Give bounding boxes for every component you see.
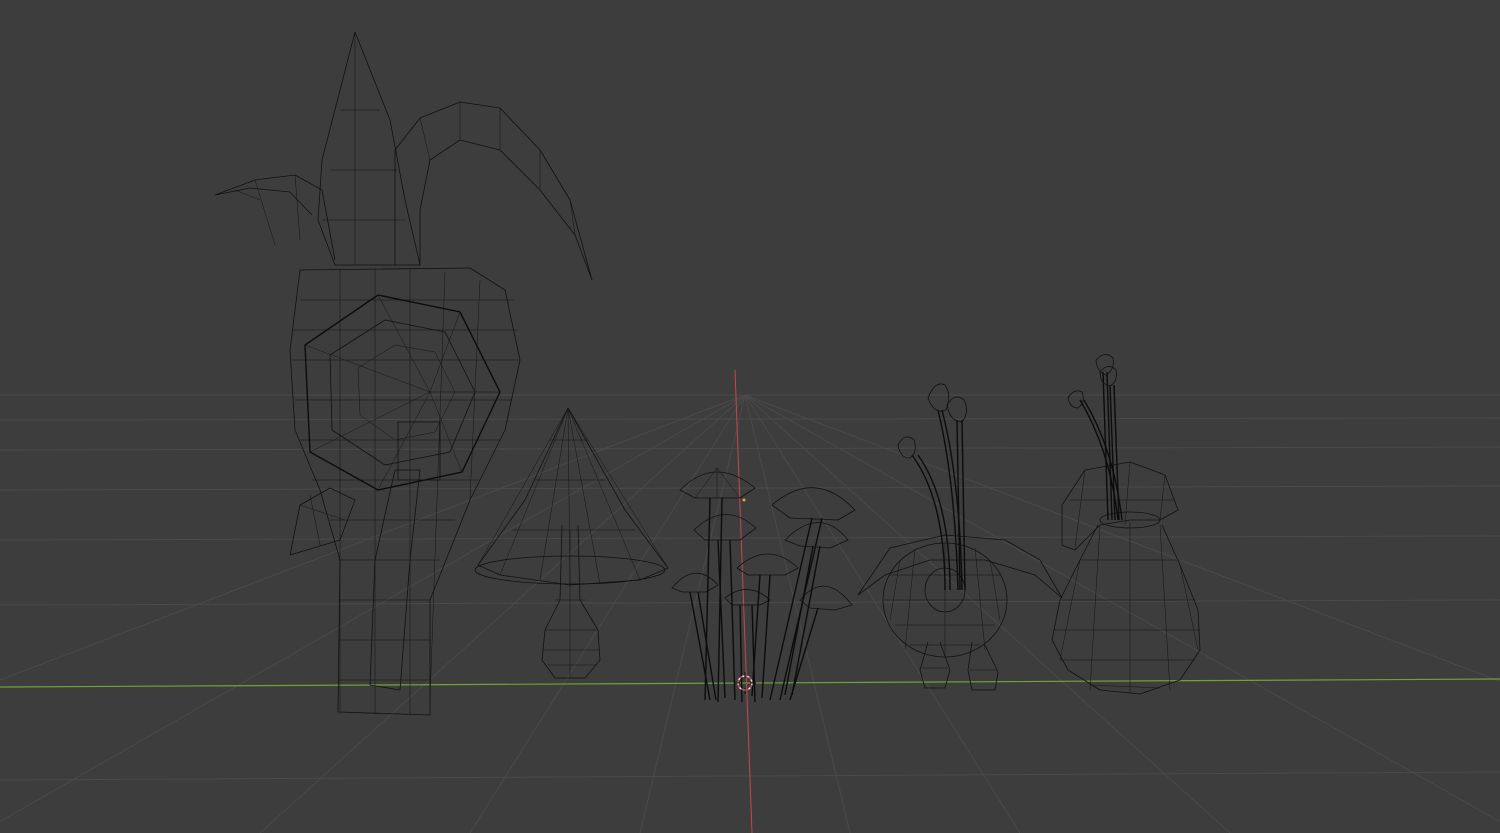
3d-viewport[interactable] (0, 0, 1500, 833)
plant-leaves-object[interactable] (214, 31, 593, 716)
pear-vase-plant-object[interactable] (1051, 354, 1201, 695)
object-origin (742, 498, 746, 502)
viewport-canvas[interactable] (0, 0, 1500, 833)
y-axis-line (734, 369, 753, 833)
